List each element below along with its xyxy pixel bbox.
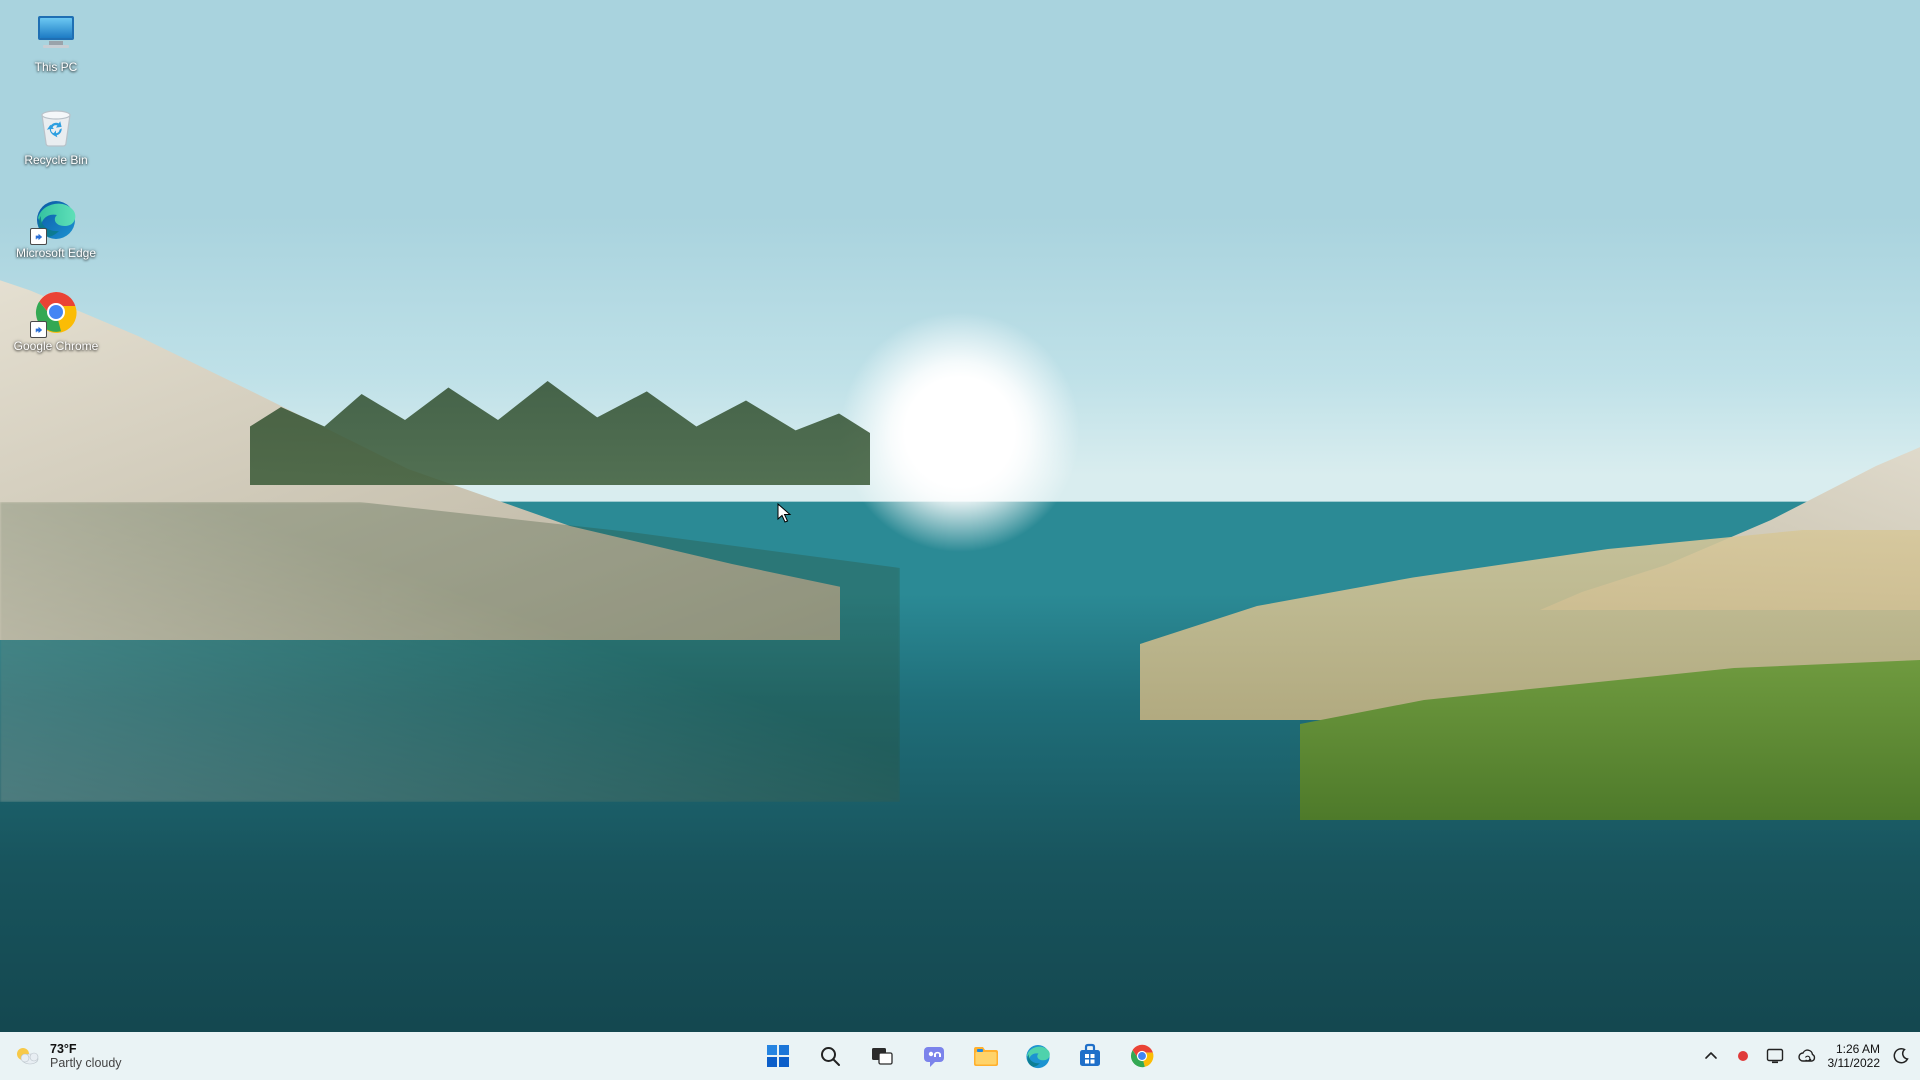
file-explorer-button[interactable] <box>964 1034 1008 1078</box>
desktop-area[interactable]: This PC Recycle Bin <box>0 0 1920 1080</box>
desktop-icon-label: Recycle Bin <box>24 153 87 167</box>
desktop-icon-recycle-bin[interactable]: Recycle Bin <box>10 103 102 167</box>
desktop-icon-google-chrome[interactable]: Google Chrome <box>10 289 102 353</box>
shortcut-badge-icon <box>30 228 47 245</box>
windows-logo-icon <box>765 1043 791 1069</box>
google-chrome-icon <box>1129 1043 1155 1069</box>
focus-assist-button[interactable] <box>1890 1045 1912 1067</box>
taskbar-weather-widget[interactable]: 73°F Partly cloudy <box>14 1032 122 1080</box>
task-view-icon <box>869 1043 895 1069</box>
cloud-sync-icon <box>1797 1047 1817 1065</box>
google-chrome-icon <box>33 289 79 335</box>
chat-icon <box>921 1043 947 1069</box>
clock-date: 3/11/2022 <box>1828 1056 1881 1070</box>
tray-overflow-button[interactable] <box>1700 1045 1722 1067</box>
microsoft-store-icon <box>1077 1043 1103 1069</box>
desktop-icon-label: This PC <box>35 60 78 74</box>
desktop-icon-this-pc[interactable]: This PC <box>10 10 102 74</box>
microsoft-edge-icon <box>1024 1042 1052 1070</box>
google-chrome-button[interactable] <box>1120 1034 1164 1078</box>
system-tray: 1:26 AM 3/11/2022 <box>1700 1032 1913 1080</box>
chat-button[interactable] <box>912 1034 956 1078</box>
record-icon <box>1738 1051 1748 1061</box>
taskbar: 73°F Partly cloudy <box>0 1032 1920 1080</box>
taskbar-center-group <box>756 1034 1164 1078</box>
file-explorer-icon <box>972 1043 1000 1069</box>
recycle-bin-icon <box>33 103 79 149</box>
clock-time: 1:26 AM <box>1836 1042 1880 1056</box>
microsoft-edge-icon <box>33 196 79 242</box>
desktop-icon-microsoft-edge[interactable]: Microsoft Edge <box>10 196 102 260</box>
weather-temperature: 73°F <box>50 1042 122 1057</box>
start-button[interactable] <box>756 1034 800 1078</box>
tray-cloud-sync-button[interactable] <box>1796 1045 1818 1067</box>
search-button[interactable] <box>808 1034 852 1078</box>
tray-screen-cast-button[interactable] <box>1764 1045 1786 1067</box>
this-pc-icon <box>33 10 79 56</box>
tray-recording-indicator[interactable] <box>1732 1045 1754 1067</box>
screen-cast-icon <box>1766 1047 1784 1065</box>
microsoft-store-button[interactable] <box>1068 1034 1112 1078</box>
weather-partly-cloudy-icon <box>14 1043 40 1069</box>
microsoft-edge-button[interactable] <box>1016 1034 1060 1078</box>
search-icon <box>818 1044 842 1068</box>
desktop-icon-label: Google Chrome <box>14 339 99 353</box>
chevron-up-icon <box>1704 1049 1718 1063</box>
weather-condition: Partly cloudy <box>50 1056 122 1071</box>
desktop-icon-label: Microsoft Edge <box>16 246 96 260</box>
shortcut-badge-icon <box>30 321 47 338</box>
taskbar-clock[interactable]: 1:26 AM 3/11/2022 <box>1828 1042 1881 1070</box>
task-view-button[interactable] <box>860 1034 904 1078</box>
moon-icon <box>1892 1047 1910 1065</box>
